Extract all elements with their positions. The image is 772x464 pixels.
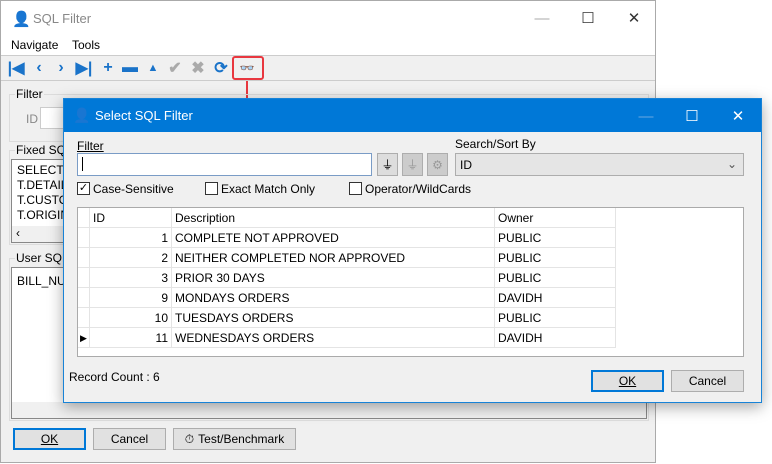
- app-icon: 👤: [73, 107, 91, 123]
- cell-id: 1: [90, 228, 172, 248]
- cell-owner: PUBLIC: [495, 228, 616, 248]
- search-sort-select[interactable]: ID ⌄: [455, 153, 744, 176]
- cancel-icon[interactable]: ✖: [188, 59, 208, 77]
- horizontal-scrollbar[interactable]: [12, 402, 646, 418]
- cell-id: 11: [90, 328, 172, 348]
- ok-button[interactable]: OK: [13, 428, 86, 450]
- row-indicator: [78, 308, 90, 328]
- funnel-pencil-icon: ⏚: [381, 158, 394, 172]
- cell-owner: PUBLIC: [495, 308, 616, 328]
- refresh-icon[interactable]: ⟳: [211, 59, 231, 77]
- window-title: SQL Filter: [33, 11, 92, 26]
- title-bar: 👤 SQL Filter — ☐ ✕: [1, 1, 655, 35]
- row-indicator: ▶: [78, 328, 90, 348]
- menu-bar: Navigate Tools: [1, 35, 655, 55]
- row-indicator: [78, 228, 90, 248]
- gear-icon: ⚙: [432, 157, 443, 172]
- cell-description: MONDAYS ORDERS: [172, 288, 495, 308]
- row-indicator: [78, 288, 90, 308]
- cell-description: COMPLETE NOT APPROVED: [172, 228, 495, 248]
- cell-description: WEDNESDAYS ORDERS: [172, 328, 495, 348]
- filter-label: Filter: [77, 139, 104, 153]
- user-sql-label: User SQL: [15, 251, 70, 265]
- cell-id: 10: [90, 308, 172, 328]
- stopwatch-icon: ⏱: [184, 431, 195, 446]
- minimize-button[interactable]: —: [519, 1, 565, 35]
- row-indicator: [78, 268, 90, 288]
- filter-grid[interactable]: ID Description Owner 1 COMPLETE NOT APPR…: [77, 207, 744, 357]
- maximize-button[interactable]: ☐: [565, 1, 611, 35]
- minimize-button[interactable]: —: [623, 99, 669, 133]
- chevron-down-icon: ⌄: [726, 157, 737, 171]
- cell-owner: PUBLIC: [495, 248, 616, 268]
- cell-description: PRIOR 30 DAYS: [172, 268, 495, 288]
- row-indicator: [78, 248, 90, 268]
- dialog-title-bar: 👤 Select SQL Filter — ☐ ✕: [64, 99, 761, 132]
- funnel-clear-icon: ⏚: [406, 158, 419, 172]
- case-sensitive-label: Case-Sensitive: [93, 182, 174, 196]
- column-header-id[interactable]: ID: [90, 208, 172, 228]
- select-sql-filter-dialog: 👤 Select SQL Filter — ☐ ✕ Filter ⏚ ⏚ ⚙ S…: [63, 98, 762, 403]
- clear-filter-button[interactable]: ⏚: [402, 153, 423, 176]
- manage-filter-button[interactable]: ⚙: [427, 153, 448, 176]
- edit-icon[interactable]: ▲: [143, 59, 163, 77]
- exact-match-label: Exact Match Only: [221, 182, 316, 196]
- column-header-description[interactable]: Description: [172, 208, 495, 228]
- search-sort-label: Search/Sort By: [455, 137, 536, 151]
- close-button[interactable]: ✕: [715, 99, 761, 133]
- dialog-ok-button[interactable]: OK: [591, 370, 664, 392]
- cell-id: 9: [90, 288, 172, 308]
- cell-owner: DAVIDH: [495, 288, 616, 308]
- maximize-button[interactable]: ☐: [669, 99, 715, 133]
- highlight-box: [232, 56, 264, 80]
- filter-input[interactable]: [77, 153, 372, 176]
- apply-filter-button[interactable]: ⏚: [377, 153, 398, 176]
- id-label: ID: [26, 112, 38, 126]
- case-sensitive-checkbox[interactable]: ✓: [77, 182, 90, 195]
- cell-owner: DAVIDH: [495, 328, 616, 348]
- cell-owner: PUBLIC: [495, 268, 616, 288]
- last-icon[interactable]: ▶|: [74, 59, 94, 77]
- exact-match-checkbox[interactable]: [205, 182, 218, 195]
- menu-navigate[interactable]: Navigate: [11, 38, 58, 52]
- dialog-title: Select SQL Filter: [95, 108, 193, 123]
- cell-description: TUESDAYS ORDERS: [172, 308, 495, 328]
- column-header-owner[interactable]: Owner: [495, 208, 616, 228]
- menu-tools[interactable]: Tools: [72, 38, 100, 52]
- prior-icon[interactable]: ‹: [29, 59, 49, 77]
- cell-id: 3: [90, 268, 172, 288]
- operator-wildcards-checkbox[interactable]: [349, 182, 362, 195]
- filter-group-label: Filter: [15, 87, 44, 101]
- dialog-cancel-button[interactable]: Cancel: [671, 370, 744, 392]
- app-icon: 👤: [12, 11, 31, 28]
- close-button[interactable]: ✕: [611, 1, 657, 35]
- cell-description: NEITHER COMPLETED NOR APPROVED: [172, 248, 495, 268]
- delete-icon[interactable]: ▬: [120, 59, 140, 77]
- post-icon[interactable]: ✔: [165, 59, 185, 77]
- operator-wildcards-label: Operator/WildCards: [365, 182, 472, 196]
- test-benchmark-button[interactable]: ⏱ Test/Benchmark: [173, 428, 296, 450]
- indicator-header: [78, 208, 90, 228]
- next-icon[interactable]: ›: [51, 59, 71, 77]
- cell-id: 2: [90, 248, 172, 268]
- insert-icon[interactable]: +: [98, 59, 118, 77]
- record-count: Record Count : 6: [69, 370, 160, 384]
- first-icon[interactable]: |◀: [6, 59, 26, 77]
- cancel-button[interactable]: Cancel: [93, 428, 166, 450]
